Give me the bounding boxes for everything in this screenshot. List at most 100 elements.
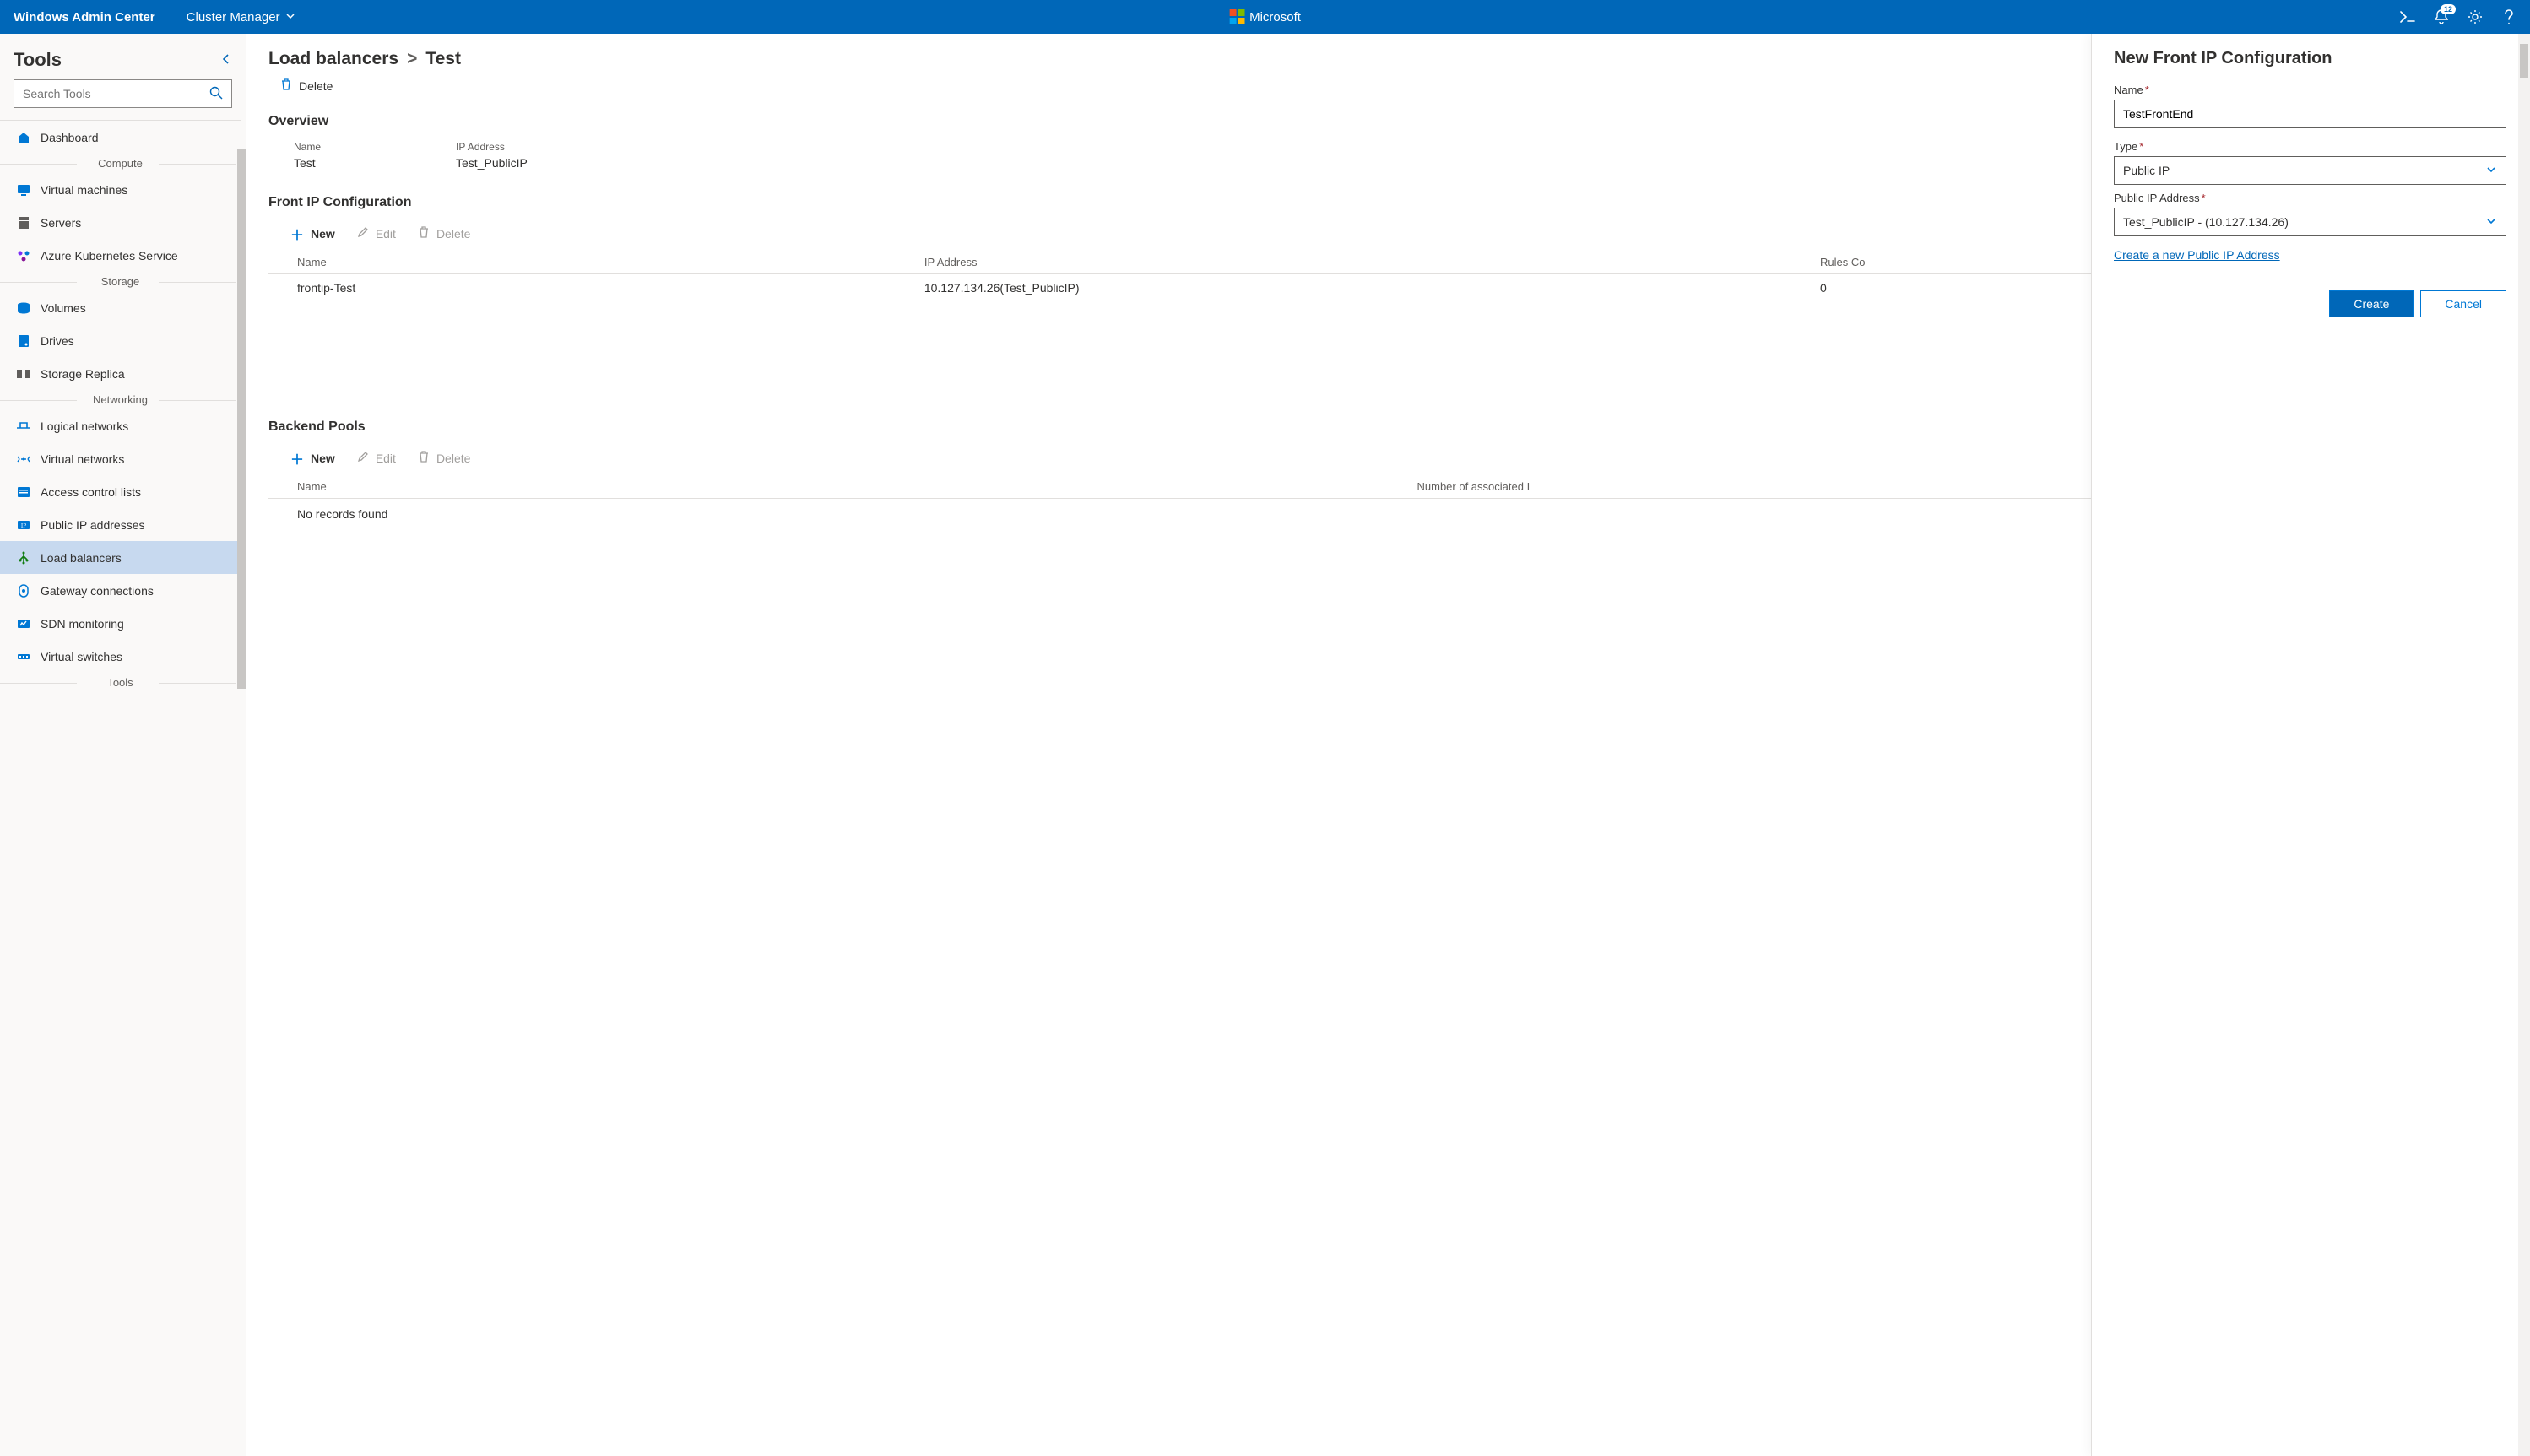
pip-field-label: Public IP Address* (2114, 192, 2506, 204)
pip-value: Test_PublicIP - (10.127.134.26) (2123, 215, 2289, 229)
sidebar-item-storage-replica[interactable]: Storage Replica (0, 357, 241, 390)
home-icon (17, 131, 30, 144)
gear-icon[interactable] (2468, 9, 2483, 24)
name-field[interactable] (2114, 100, 2506, 128)
aks-icon (17, 249, 30, 263)
edit-label: Edit (376, 227, 396, 241)
breadcrumb-sep: > (407, 49, 417, 69)
chevron-down-icon (285, 10, 295, 24)
sidebar-item-load-balancers[interactable]: Load balancers (0, 541, 241, 574)
panel-title: New Front IP Configuration (2114, 49, 2506, 68)
sidebar-item-label: Virtual machines (41, 183, 127, 197)
cancel-button[interactable]: Cancel (2420, 290, 2506, 317)
delete-label: Delete (299, 79, 333, 93)
create-button[interactable]: Create (2329, 290, 2414, 317)
brand-label: Microsoft (1249, 10, 1301, 24)
create-pip-link[interactable]: Create a new Public IP Address (2114, 248, 2280, 262)
scrollbar-thumb[interactable] (237, 149, 246, 689)
volumes-icon (17, 301, 30, 315)
sidebar-item-dashboard[interactable]: Dashboard (0, 121, 241, 154)
collapse-sidebar-icon[interactable] (220, 53, 232, 68)
frontip-edit-button: Edit (357, 226, 396, 242)
sidebar-item-label: Access control lists (41, 485, 141, 499)
delete-label: Delete (436, 452, 470, 465)
sidebar-item-label: Virtual networks (41, 452, 124, 466)
overview-name-value: Test (294, 156, 321, 170)
sidebar-item-volumes[interactable]: Volumes (0, 291, 241, 324)
sidebar-item-vswitch[interactable]: Virtual switches (0, 640, 241, 673)
new-label: New (311, 227, 335, 241)
brand: Microsoft (1229, 9, 1301, 24)
sidebar-item-label: Dashboard (41, 131, 99, 144)
pip-select[interactable]: Test_PublicIP - (10.127.134.26) (2114, 208, 2506, 236)
context-label: Cluster Manager (187, 10, 280, 24)
col-name[interactable]: Name (268, 475, 1389, 499)
sidebar-item-label: Servers (41, 216, 81, 230)
sidebar-item-gateway[interactable]: Gateway connections (0, 574, 241, 607)
type-field-label: Type* (2114, 140, 2506, 153)
load-balancer-icon (17, 551, 30, 565)
frontip-delete-button: Delete (418, 225, 470, 243)
search-input-field[interactable] (23, 87, 209, 100)
name-input[interactable] (2123, 107, 2497, 121)
sidebar-item-label: Storage Replica (41, 367, 125, 381)
col-ip[interactable]: IP Address (896, 251, 1791, 274)
chevron-down-icon (2485, 164, 2497, 178)
overview-ip-label: IP Address (456, 141, 528, 153)
sidebar-item-virtual-networks[interactable]: Virtual networks (0, 442, 241, 475)
sidebar-item-label: Logical networks (41, 419, 128, 433)
storage-replica-icon (17, 367, 30, 381)
sidebar-item-sdn[interactable]: SDN monitoring (0, 607, 241, 640)
trash-icon (280, 78, 292, 94)
sidebar-item-vm[interactable]: Virtual machines (0, 173, 241, 206)
frontip-new-button[interactable]: ＋ New (290, 224, 335, 244)
cell-ip: 10.127.134.26(Test_PublicIP) (896, 274, 1791, 302)
sidebar-item-label: Azure Kubernetes Service (41, 249, 178, 263)
virtual-net-icon (17, 452, 30, 466)
breadcrumb-root[interactable]: Load balancers (268, 49, 398, 69)
sidebar-item-label: Drives (41, 334, 74, 348)
microsoft-logo-icon (1229, 9, 1244, 24)
backend-delete-button: Delete (418, 450, 470, 468)
edit-label: Edit (376, 452, 396, 465)
col-name[interactable]: Name (268, 251, 896, 274)
scrollbar-thumb[interactable] (2520, 44, 2528, 78)
name-field-label: Name* (2114, 84, 2506, 96)
server-icon (17, 216, 30, 230)
tools-sidebar: Tools Dashboard Compute Virtual machi (0, 34, 246, 1456)
sidebar-scrollbar[interactable] (236, 149, 246, 1456)
pencil-icon (357, 451, 369, 467)
type-select[interactable]: Public IP (2114, 156, 2506, 185)
sidebar-item-logical-networks[interactable]: Logical networks (0, 409, 241, 442)
help-icon[interactable] (2501, 9, 2516, 24)
vswitch-icon (17, 650, 30, 663)
notifications-icon[interactable]: 12 (2434, 9, 2449, 24)
sidebar-item-label: Public IP addresses (41, 518, 144, 532)
new-frontip-panel: New Front IP Configuration Name* Type* P… (2091, 34, 2530, 1456)
notification-badge: 12 (2441, 4, 2456, 14)
sidebar-item-label: Virtual switches (41, 650, 122, 663)
sidebar-title: Tools (14, 49, 62, 71)
app-header: Windows Admin Center Cluster Manager Mic… (0, 0, 2530, 34)
group-storage: Storage (0, 272, 241, 291)
page-scrollbar[interactable] (2518, 34, 2530, 1456)
overview-name-label: Name (294, 141, 321, 153)
context-switcher[interactable]: Cluster Manager (187, 10, 295, 24)
sidebar-item-drives[interactable]: Drives (0, 324, 241, 357)
new-label: New (311, 452, 335, 465)
trash-icon (418, 225, 430, 243)
vm-icon (17, 183, 30, 197)
sdn-icon (17, 617, 30, 631)
type-value: Public IP (2123, 164, 2170, 177)
sidebar-item-acl[interactable]: Access control lists (0, 475, 241, 508)
sidebar-item-label: Gateway connections (41, 584, 154, 598)
logical-net-icon (17, 419, 30, 433)
sidebar-item-public-ip[interactable]: IP Public IP addresses (0, 508, 241, 541)
search-tools-input[interactable] (14, 79, 232, 108)
sidebar-item-servers[interactable]: Servers (0, 206, 241, 239)
powershell-icon[interactable] (2400, 9, 2415, 24)
sidebar-item-aks[interactable]: Azure Kubernetes Service (0, 239, 241, 272)
sidebar-item-label: SDN monitoring (41, 617, 124, 631)
overview-ip-value: Test_PublicIP (456, 156, 528, 170)
backend-new-button[interactable]: ＋ New (290, 448, 335, 468)
